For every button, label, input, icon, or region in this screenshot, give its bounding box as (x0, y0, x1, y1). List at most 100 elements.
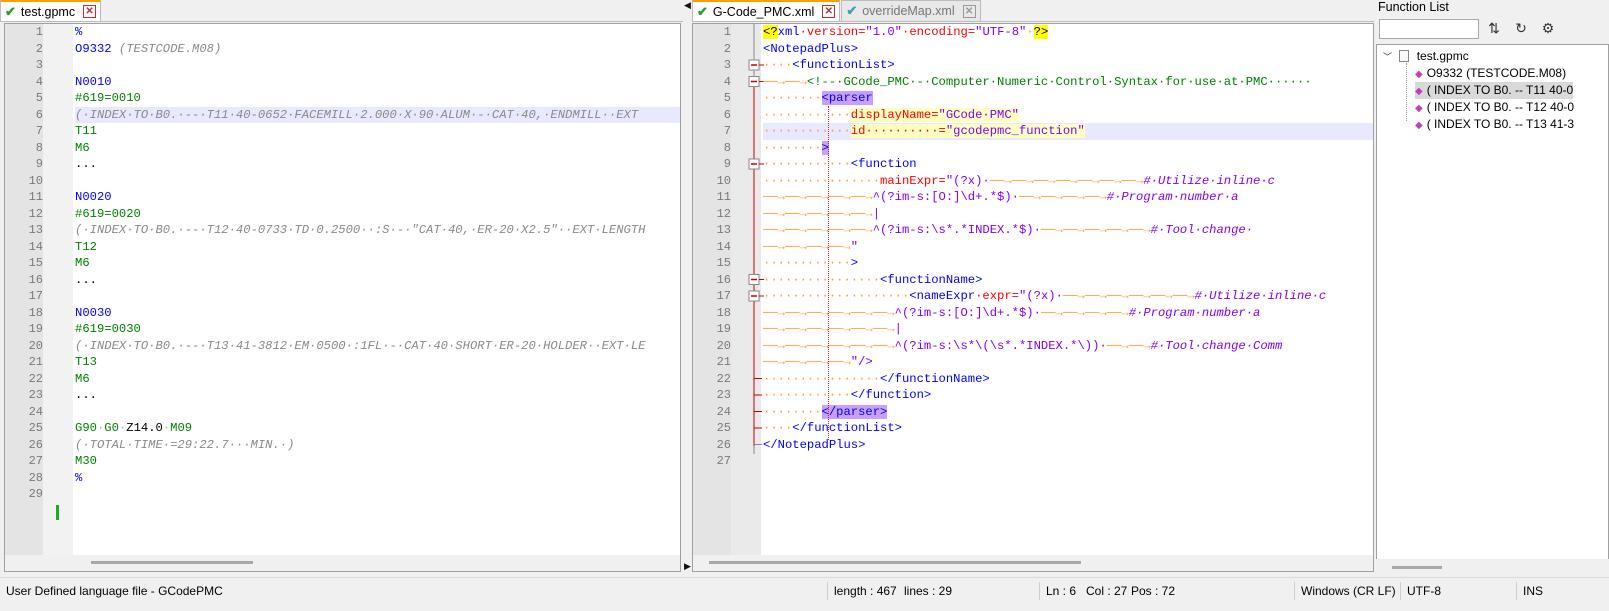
close-tab-icon[interactable]: ✕ (962, 4, 976, 18)
code-line[interactable]: T13 (75, 354, 680, 371)
code-line[interactable]: N0030 (75, 305, 680, 322)
function-item[interactable]: ◆( INDEX TO B0. -- T13 41-3 (1407, 116, 1574, 133)
code-line[interactable]: ... (75, 387, 680, 404)
code-line[interactable]: ············<function (763, 156, 1373, 173)
code-line[interactable]: O9332 (TESTCODE.M08) (75, 41, 680, 58)
code-token: % (75, 25, 83, 39)
line-number: 25 (716, 421, 731, 435)
code-line[interactable]: ... (75, 156, 680, 173)
function-item[interactable]: ◆( INDEX TO B0. -- T11 40-0 (1415, 82, 1574, 99)
code-line[interactable]: ················<functionName> (763, 272, 1373, 289)
code-line[interactable]: ····<functionList> (763, 57, 1373, 74)
code-line[interactable]: ──→──→──→──→──→| (763, 206, 1373, 223)
code-line[interactable] (75, 173, 680, 190)
function-item[interactable]: ◆ O9332 (TESTCODE.M08) (1407, 65, 1566, 82)
view-splitter[interactable]: ◀ ▶ (683, 0, 692, 577)
code-line[interactable]: % (75, 24, 680, 41)
code-token: <functionList> (792, 58, 895, 72)
line-number: 12 (716, 206, 731, 221)
tree-root[interactable]: ﹀ test.gpmc (1383, 48, 1469, 65)
code-line[interactable]: #619=0020 (75, 206, 680, 223)
tab-test-gpmc[interactable]: ✔ test.gpmc ✕ (0, 0, 102, 21)
sort-icon[interactable]: ⇅ (1482, 18, 1506, 40)
arrow-left-icon[interactable]: ◀ (684, 0, 691, 11)
code-line[interactable]: (·TOTAL·TIME·=29:22.7···MIN.·) (75, 437, 680, 454)
function-tree[interactable]: ﹀ test.gpmc ◆ O9332 (TESTCODE.M08) ◆( INDE… (1376, 44, 1609, 575)
code-line[interactable]: ············displayName="GCode·PMC" (763, 107, 1373, 124)
line-number: 19 (716, 322, 731, 336)
code-line[interactable]: ········> (763, 140, 1373, 157)
code-line[interactable]: <NotepadPlus> (763, 41, 1373, 58)
code-token: ············ (763, 256, 851, 270)
line-number: 16 (716, 272, 731, 287)
reload-icon[interactable]: ↻ (1509, 18, 1533, 40)
code-token: </functionList> (792, 421, 902, 435)
code-line[interactable]: ········</parser> (763, 404, 1373, 421)
code-line[interactable]: ········<parser (763, 90, 1373, 107)
code-token: #·Program·number·a (1106, 190, 1239, 204)
code-area[interactable]: % O9332 (TESTCODE.M08) N0010 #619=0010 (·IND… (75, 24, 680, 571)
code-line[interactable]: ──→──→──→──→" (763, 239, 1373, 256)
code-line[interactable]: M30 (75, 453, 680, 470)
code-line[interactable]: ············</function> (763, 387, 1373, 404)
code-line[interactable]: M6 (75, 140, 680, 157)
tab-overridemap-xml[interactable]: ✔ overrideMap.xml ✕ (841, 0, 981, 21)
code-line[interactable]: #619=0030 (75, 321, 680, 338)
code-line[interactable]: ················mainExpr="(?x)·──→──→──→… (763, 173, 1373, 190)
code-token: #619=0020 (75, 206, 141, 221)
code-line[interactable]: ──→──→──→──→──→──→^(?im-s:[O:]\d+.*$)·──… (763, 305, 1373, 322)
code-line[interactable]: M6 (75, 255, 680, 272)
code-line[interactable] (75, 288, 680, 305)
code-line[interactable]: (·INDEX·TO·B0.·--·T11·40-0652·FACEMILL·2… (75, 106, 680, 123)
line-number: 1 (723, 25, 731, 39)
code-line[interactable]: </NotepadPlus> (763, 437, 1373, 454)
right-editor[interactable]: <?xml·version="1.0"·encoding="UTF-8"·?> <… (692, 23, 1374, 572)
close-tab-icon[interactable]: ✕ (822, 5, 836, 18)
arrow-right-icon[interactable]: ▶ (684, 561, 691, 572)
panel-scrollbar[interactable] (1376, 559, 1609, 575)
code-line[interactable]: ····</functionList> (763, 420, 1373, 437)
code-line[interactable]: ──→──→──→──→──→^(?im-s:[O:]\d+.*$)·──→──… (763, 189, 1373, 206)
settings-icon[interactable]: ⚙ (1536, 18, 1560, 40)
code-line[interactable]: ············> (763, 255, 1373, 272)
code-line[interactable]: (·INDEX·TO·B0.·--·T13·41-3812·EM·0500·:1… (75, 338, 680, 355)
code-line[interactable]: T11 (75, 123, 680, 140)
code-line[interactable]: ············id··········="gcodepmc_funct… (763, 123, 1373, 140)
code-line[interactable]: ... (75, 272, 680, 289)
code-line[interactable]: ──→──→──→──→──→──→^(?im-s:\s*\(\s*.*INDE… (763, 338, 1373, 355)
code-token: <function (850, 157, 917, 171)
code-line[interactable] (75, 486, 680, 503)
code-line[interactable]: ──→──→──→──→"/> (763, 354, 1373, 371)
close-tab-icon[interactable]: ✕ (83, 5, 97, 18)
code-line[interactable]: #619=0010 (75, 90, 680, 107)
code-token: ──→──→──→──→──→──→──→ (989, 173, 1144, 188)
code-line[interactable] (75, 404, 680, 421)
code-line[interactable]: G90·G0·Z14.0·M09 (75, 420, 680, 437)
code-line[interactable]: ──→──→──→──→──→^(?im-s:\s*.*INDEX.*$)·──… (763, 222, 1373, 239)
code-token: ... (75, 388, 97, 402)
tab-gcode-pmc-xml[interactable]: ✔ G-Code_PMC.xml ✕ (692, 0, 841, 21)
code-line[interactable]: ····················<nameExpr·expr="(?x)… (763, 288, 1373, 305)
function-label: ( INDEX TO B0. -- T12 40-0 (1426, 100, 1575, 114)
code-line[interactable]: <?xml·version="1.0"·encoding="UTF-8"·?> (763, 24, 1373, 41)
code-line[interactable]: (·INDEX·TO·B0.·--·T12·40-0733·TD·0.2500·… (75, 222, 680, 239)
horizontal-scrollbar[interactable] (693, 555, 1373, 571)
code-line[interactable]: M6 (75, 371, 680, 388)
function-item[interactable]: ◆( INDEX TO B0. -- T12 40-0 (1407, 99, 1574, 116)
code-line[interactable] (763, 453, 1373, 470)
left-editor[interactable]: % O9332 (TESTCODE.M08) N0010 #619=0010 (·IND… (4, 23, 681, 572)
code-line[interactable]: T12 (75, 239, 680, 256)
code-line[interactable] (75, 57, 680, 74)
code-line[interactable]: N0020 (75, 189, 680, 206)
code-token: ···················· (763, 289, 910, 303)
code-line[interactable]: ──→──→<!--·GCode_PMC·-·Computer·Numeric·… (763, 74, 1373, 91)
horizontal-scrollbar[interactable] (5, 555, 680, 571)
code-line[interactable]: N0010 (75, 74, 680, 91)
code-area[interactable]: <?xml·version="1.0"·encoding="UTF-8"·?> <… (763, 24, 1373, 571)
code-line[interactable]: ──→──→──→──→──→──→| (763, 321, 1373, 338)
code-line[interactable]: ················</functionName> (763, 371, 1373, 388)
code-line[interactable]: % (75, 470, 680, 487)
collapse-icon[interactable]: ﹀ (1383, 52, 1392, 62)
function-search-input[interactable] (1379, 18, 1479, 39)
code-token: M09 (170, 421, 193, 435)
